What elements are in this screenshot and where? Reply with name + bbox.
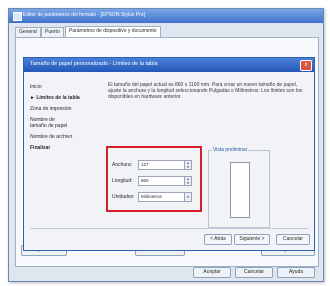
width-label: Anchura: — [112, 162, 133, 168]
preview-label: Vista preliminar — [212, 147, 249, 153]
tab-port[interactable]: Puerto — [41, 27, 64, 37]
width-stepper[interactable]: 127 ▲ ▼ — [138, 160, 192, 170]
length-label: Longitud: — [112, 178, 133, 184]
custom-paper-dialog: Tamaño de papel personalizado - Límites … — [23, 57, 315, 251]
tab-general[interactable]: General — [15, 27, 41, 37]
unit-value: Milímetros — [141, 194, 162, 199]
step-paper-name: Nombre de tamaño de papel — [30, 117, 68, 129]
step-table-limits-label: Límites de la tabla — [36, 95, 80, 101]
back-button[interactable]: < Atrás — [204, 234, 232, 245]
step-start: Inicio — [30, 84, 42, 90]
chevron-down-icon[interactable]: ▼ — [184, 193, 191, 201]
close-button[interactable]: x — [300, 60, 312, 71]
step-finish: Finalizar — [30, 145, 51, 151]
width-value: 127 — [141, 162, 149, 167]
dialog-title: Tamaño de papel personalizado - Límites … — [30, 61, 158, 67]
app-icon — [13, 12, 22, 21]
unit-select[interactable]: Milímetros ▼ — [138, 192, 192, 202]
help-button[interactable]: Ayuda — [277, 267, 315, 278]
dialog-cancel-button[interactable]: Cancelar — [276, 234, 310, 245]
description-text: El tamaño del papel actual es 860 x 1100… — [108, 82, 303, 100]
length-value: 860 — [141, 178, 149, 183]
width-spin-arrows-icon[interactable]: ▲ ▼ — [184, 161, 191, 169]
wizard-steps: Inicio ► Límites de la tabla Zona de imp… — [30, 84, 100, 214]
window-title: Editor de parámetros del formato - [EPSO… — [23, 12, 145, 18]
main-cancel-button[interactable]: Cancelar — [235, 267, 273, 278]
main-window: Editor de parámetros del formato - [EPSO… — [8, 8, 324, 282]
dialog-separator — [30, 228, 308, 229]
step-file-name: Nombre de archivo — [30, 134, 73, 140]
dialog-titlebar: Tamaño de papel personalizado - Límites … — [24, 58, 314, 72]
paper-preview — [230, 162, 250, 218]
unit-label: Unidades: — [112, 194, 135, 200]
window-titlebar: Editor de parámetros del formato - [EPSO… — [9, 9, 323, 23]
length-stepper[interactable]: 860 ▲ ▼ — [138, 176, 192, 186]
next-button[interactable]: Siguiente > — [234, 234, 270, 245]
step-table-limits: ► Límites de la tabla — [30, 95, 80, 101]
tab-device-settings[interactable]: Parámetros de dispositivo y documento — [65, 26, 161, 37]
length-spin-arrows-icon[interactable]: ▲ ▼ — [184, 177, 191, 185]
accept-button[interactable]: Aceptar — [193, 267, 231, 278]
step-print-zone: Zona de impresión — [30, 106, 72, 112]
